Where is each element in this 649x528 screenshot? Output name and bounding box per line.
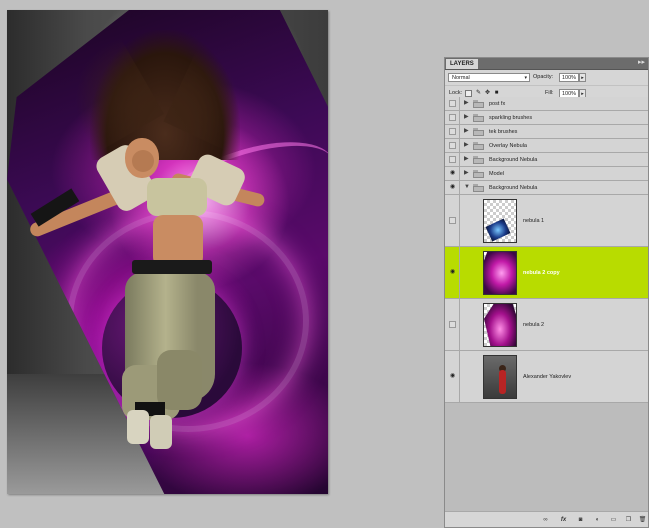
visibility-toggle-icon[interactable] — [449, 217, 456, 224]
column-divider — [459, 167, 460, 180]
layer-alexander-yakovlev[interactable]: ◉ Alexander Yakovlev — [445, 351, 648, 403]
blend-mode-value: Normal — [452, 75, 470, 81]
thumbnail-figure — [499, 370, 506, 394]
layer-name: nebula 2 copy — [523, 270, 560, 276]
layers-panel: LAYERS ▸▸ Normal ▾ Opacity: 100% ▸ Lock:… — [444, 57, 649, 528]
collapse-arrow-icon[interactable]: ▼ — [464, 184, 470, 191]
column-divider — [459, 125, 460, 138]
thumbnail-nebula-pink — [484, 252, 516, 294]
layer-group-sparkling-brushes[interactable]: ▶ sparkling brushes — [445, 111, 648, 125]
layer-group-model[interactable]: ◉ ▶ Model — [445, 167, 648, 181]
layer-group-background-nebula-expanded[interactable]: ◉ ▼ Background Nebula — [445, 181, 648, 195]
layer-name: nebula 1 — [523, 218, 545, 224]
layer-nebula-2[interactable]: nebula 2 — [445, 299, 648, 351]
folder-icon — [473, 128, 484, 136]
new-layer-icon[interactable]: ❐ — [624, 516, 633, 524]
layer-name: Alexander Yakovlev — [523, 374, 572, 380]
lock-transparency-icon[interactable] — [465, 90, 472, 97]
column-divider — [459, 111, 460, 124]
adjustment-layer-icon[interactable]: ◐ — [593, 516, 602, 524]
layer-thumbnail — [483, 303, 517, 347]
chevron-down-icon: ▾ — [524, 75, 527, 81]
visibility-toggle-icon[interactable] — [449, 114, 456, 121]
tab-layers[interactable]: LAYERS — [446, 59, 478, 69]
blend-opacity-row: Normal ▾ Opacity: 100% ▸ — [445, 70, 648, 86]
column-divider — [459, 181, 460, 194]
opacity-slider-arrow-icon[interactable]: ▸ — [579, 73, 586, 82]
visibility-toggle-icon[interactable] — [449, 142, 456, 149]
folder-icon — [473, 114, 484, 122]
expand-arrow-icon[interactable]: ▶ — [464, 142, 469, 149]
visibility-toggle-icon[interactable] — [449, 128, 456, 135]
opacity-label: Opacity: — [533, 74, 554, 80]
column-divider — [459, 247, 460, 298]
column-divider — [459, 351, 460, 402]
expand-arrow-icon[interactable]: ▶ — [464, 170, 469, 177]
thumbnail-nebula-blue — [485, 218, 511, 242]
opacity-input[interactable]: 100% — [559, 73, 579, 82]
thumbnail-nebula-pink — [484, 304, 516, 346]
folder-icon — [473, 156, 484, 164]
visibility-toggle-icon[interactable] — [449, 100, 456, 107]
dancer-boot — [127, 410, 149, 444]
visibility-toggle-icon[interactable] — [449, 321, 456, 328]
panel-header: LAYERS ▸▸ — [445, 58, 648, 70]
column-divider — [459, 97, 460, 110]
column-divider — [459, 195, 460, 246]
layer-name: Overlay Nebula — [489, 143, 527, 149]
column-divider — [459, 299, 460, 350]
add-mask-icon[interactable]: ◙ — [576, 516, 585, 524]
trash-icon[interactable]: 🗑 — [638, 516, 647, 524]
eye-icon[interactable]: ◉ — [449, 269, 456, 276]
eye-icon[interactable]: ◉ — [449, 373, 456, 380]
expand-arrow-icon[interactable]: ▶ — [464, 128, 469, 135]
lock-position-icon[interactable]: ✥ — [484, 90, 491, 97]
eye-icon[interactable]: ◉ — [449, 170, 456, 177]
layer-name: tek brushes — [489, 129, 518, 135]
expand-arrow-icon[interactable]: ▶ — [464, 156, 469, 163]
layer-thumbnail — [483, 355, 517, 399]
visibility-toggle-icon[interactable] — [449, 156, 456, 163]
layer-thumbnail — [483, 199, 517, 243]
document-canvas[interactable] — [7, 10, 328, 494]
layer-name: Background Nebula — [489, 185, 538, 191]
lock-image-icon[interactable]: ✎ — [475, 90, 482, 97]
dancer-boot — [150, 415, 172, 449]
blend-mode-select[interactable]: Normal ▾ — [448, 73, 530, 82]
layer-group-post-fx[interactable]: ▶ post fx — [445, 97, 648, 111]
layer-name: post fx — [489, 101, 506, 107]
fx-icon[interactable]: fx — [559, 516, 568, 524]
eye-icon[interactable]: ◉ — [449, 184, 456, 191]
expand-arrow-icon[interactable]: ▶ — [464, 100, 469, 107]
dancer-belt — [132, 260, 212, 274]
layer-name: sparkling brushes — [489, 115, 533, 121]
expand-arrow-icon[interactable]: ▶ — [464, 114, 469, 121]
layer-group-overlay-nebula[interactable]: ▶ Overlay Nebula — [445, 139, 648, 153]
layer-thumbnail — [483, 251, 517, 295]
panel-footer: ∞ fx ◙ ◐ ▭ ❐ 🗑 — [445, 511, 648, 527]
folder-icon — [473, 170, 484, 178]
lock-all-icon[interactable]: ■ — [493, 90, 500, 97]
folder-icon — [473, 184, 484, 192]
layer-group-tek-brushes[interactable]: ▶ tek brushes — [445, 125, 648, 139]
folder-icon — [473, 142, 484, 150]
link-layers-icon[interactable]: ∞ — [541, 516, 550, 524]
folder-icon — [473, 100, 484, 108]
layer-name: Model — [489, 171, 504, 177]
layer-list: ▶ post fx ▶ sparkling brushes ▶ tek brus… — [445, 97, 648, 512]
dancer-face — [132, 150, 154, 172]
layer-name: nebula 2 — [523, 322, 545, 328]
column-divider — [459, 139, 460, 152]
layer-group-background-nebula[interactable]: ▶ Background Nebula — [445, 153, 648, 167]
layer-nebula-1[interactable]: nebula 1 — [445, 195, 648, 247]
column-divider — [459, 153, 460, 166]
layer-name: Background Nebula — [489, 157, 538, 163]
new-group-icon[interactable]: ▭ — [609, 516, 618, 524]
dancer-top — [147, 178, 207, 216]
panel-menu-icon[interactable]: ▸▸ — [638, 58, 645, 68]
dancer-leg — [157, 350, 202, 410]
layer-nebula-2-copy[interactable]: ◉ nebula 2 copy — [445, 247, 648, 299]
